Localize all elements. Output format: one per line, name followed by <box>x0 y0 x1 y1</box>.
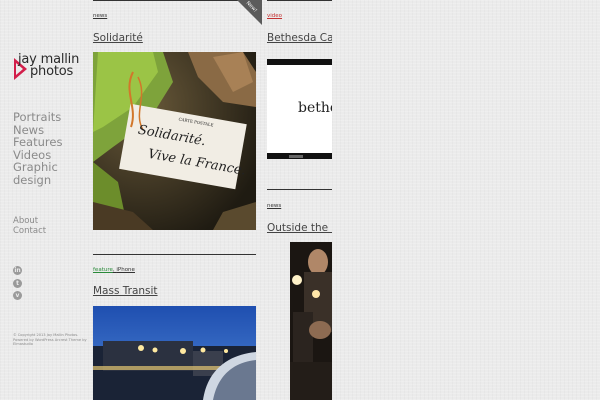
video-frame-text: bethe <box>298 100 332 116</box>
nav-features[interactable]: Features <box>13 136 62 149</box>
video-progress[interactable] <box>289 155 303 158</box>
divider <box>93 254 256 255</box>
post-title[interactable]: Mass Transit <box>93 285 158 297</box>
post-column-1: New! news Solidarité CARTE POSTALE Solid… <box>93 0 262 400</box>
secondary-nav: About Contact <box>13 216 46 236</box>
video-letterbox-top <box>267 59 332 65</box>
post-category-secondary[interactable]: iPhone <box>116 267 135 273</box>
post-title[interactable]: Solidarité <box>93 32 143 44</box>
main-nav: Portraits News Features Videos Graphic d… <box>13 111 62 187</box>
post-category[interactable]: video <box>267 13 282 19</box>
post-categories: feature, iPhone <box>93 267 135 273</box>
nav-contact[interactable]: Contact <box>13 226 46 236</box>
sidebar: jay mallin photos Portraits News Feature… <box>0 0 88 400</box>
linkedin-icon[interactable]: in <box>13 266 22 275</box>
post-title[interactable]: Bethesda Care <box>267 32 332 44</box>
site-logo[interactable]: jay mallin photos <box>12 52 88 84</box>
social-links: in t v <box>13 266 22 304</box>
divider <box>267 0 332 1</box>
divider <box>93 0 256 1</box>
post-image-outside[interactable] <box>290 242 332 400</box>
post-category[interactable]: news <box>93 13 107 19</box>
video-player[interactable]: bethe <box>267 59 332 159</box>
vimeo-icon[interactable]: v <box>13 291 22 300</box>
nav-design[interactable]: design <box>13 174 62 187</box>
solidarite-photo: CARTE POSTALE Solidarité. Vive la France… <box>93 52 256 230</box>
nav-portraits[interactable]: Portraits <box>13 111 62 124</box>
footer-credits: © Copyright 2013 Jay Mallin Photos. Powe… <box>13 333 87 347</box>
post-column-2: video Bethesda Care bethe news Outside t… <box>267 0 332 400</box>
divider <box>267 189 332 190</box>
post-image-mass-transit[interactable] <box>93 306 256 400</box>
post-category[interactable]: feature <box>93 267 113 273</box>
logo-text-line2: photos <box>30 64 74 79</box>
outside-photo <box>290 242 332 400</box>
mass-transit-photo <box>93 306 256 400</box>
post-image-solidarite[interactable]: CARTE POSTALE Solidarité. Vive la France… <box>93 52 256 230</box>
nav-about[interactable]: About <box>13 216 46 226</box>
twitter-icon[interactable]: t <box>13 278 22 288</box>
post-title[interactable]: Outside the Fr <box>267 222 332 234</box>
post-category[interactable]: news <box>267 203 281 209</box>
